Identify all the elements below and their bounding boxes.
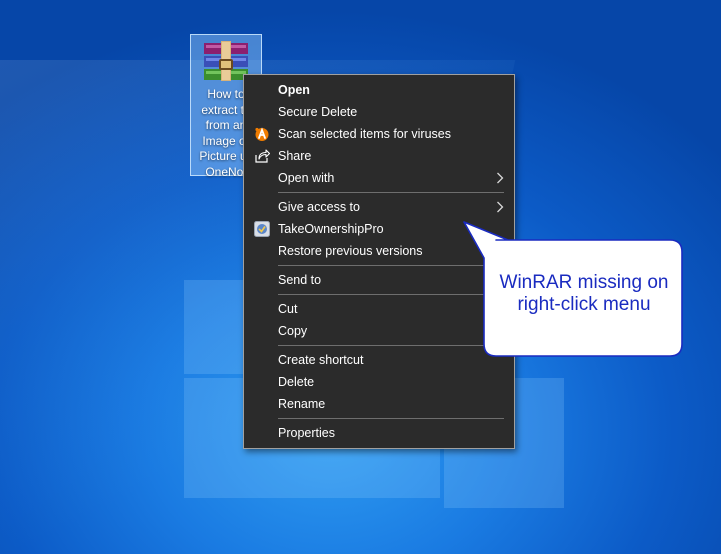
menu-item-label: Scan selected items for viruses [278,127,451,141]
chevron-right-icon [497,172,504,184]
menu-item-scan-viruses[interactable]: Scan selected items for viruses [246,123,512,145]
menu-item-open[interactable]: Open [246,79,512,101]
menu-item-label: Cut [278,302,298,316]
menu-item-label: Open [278,83,310,97]
menu-item-open-with[interactable]: Open with [246,167,512,189]
menu-item-label: Open with [278,171,335,185]
menu-item-label: Restore previous versions [278,244,423,258]
menu-item-label: Send to [278,273,322,287]
menu-item-label: Properties [278,426,335,440]
takeownershippro-icon [254,221,270,237]
menu-item-rename[interactable]: Rename [246,393,512,415]
menu-item-share[interactable]: Share [246,145,512,167]
menu-item-label: Give access to [278,200,360,214]
menu-item-label: Rename [278,397,326,411]
menu-item-label: Share [278,149,312,163]
menu-item-label: TakeOwnershipPro [278,222,384,236]
menu-item-delete[interactable]: Delete [246,371,512,393]
avast-icon [255,127,269,141]
menu-item-secure-delete[interactable]: Secure Delete [246,101,512,123]
menu-item-label: Copy [278,324,308,338]
menu-item-label: Create shortcut [278,353,364,367]
annotation-callout-text: WinRAR missing on right-click menu [499,272,669,315]
menu-item-properties[interactable]: Properties [246,422,512,444]
menu-item-label: Delete [278,375,315,389]
menu-item-label: Secure Delete [278,105,358,119]
share-icon [255,149,270,163]
desktop[interactable]: How to extract te from an Image or Pictu… [0,0,721,554]
menu-separator [278,418,504,419]
menu-separator [278,192,504,193]
